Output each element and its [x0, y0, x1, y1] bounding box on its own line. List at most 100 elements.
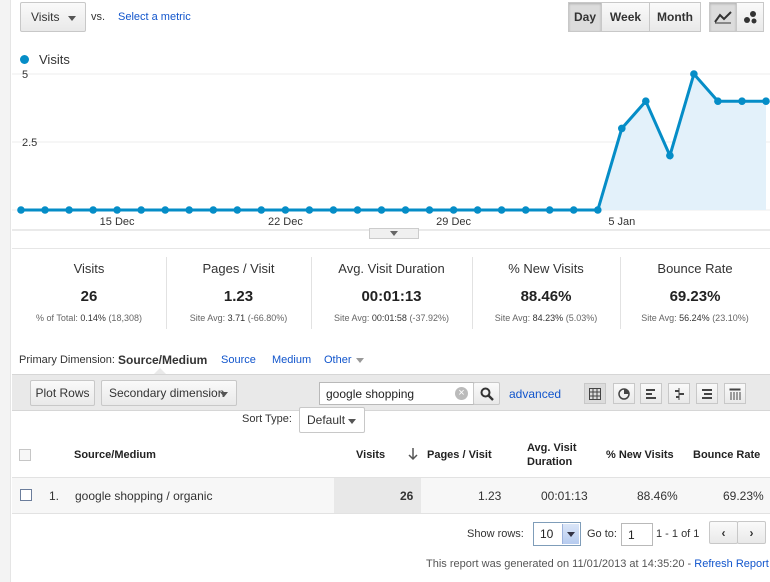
advanced-filter-link[interactable]: advanced: [509, 387, 561, 401]
data-point: [233, 206, 242, 214]
secondary-dimension-dropdown[interactable]: Secondary dimension: [101, 380, 237, 406]
metric-subtext: Site Avg: 56.24% (23.10%): [620, 313, 770, 323]
metric-sub-prefix: % of Total:: [36, 313, 78, 323]
day-button[interactable]: Day: [568, 2, 602, 32]
data-point: [89, 206, 97, 214]
metric-separator: [311, 257, 312, 329]
dimension-other-label: Other: [324, 354, 352, 366]
metric-sub-prefix: Site Avg:: [189, 313, 226, 323]
data-point: [473, 206, 482, 214]
data-point: [714, 97, 722, 105]
show-rows-select[interactable]: 10: [533, 522, 581, 546]
chart-legend: Visits: [20, 52, 70, 67]
metric-sub-change: (-66.80%): [247, 313, 288, 323]
data-point: [185, 206, 193, 214]
data-point: [137, 206, 145, 214]
sort-type-dropdown[interactable]: Default: [299, 407, 365, 433]
metric-select[interactable]: Visits: [20, 2, 86, 32]
report-generated-text: This report was generated on 11/01/2013 …: [426, 558, 692, 570]
goto-label: Go to:: [587, 528, 617, 540]
row-avg-visit-duration: 00:01:13: [541, 489, 588, 503]
next-page-button[interactable]: ›: [737, 521, 766, 544]
data-point: [113, 206, 121, 214]
metric-box[interactable]: Visits 26% of Total: 0.14% (18,308): [12, 257, 166, 329]
pivot-icon: [702, 388, 712, 399]
comparison-view-button[interactable]: [668, 383, 690, 404]
select-all-checkbox[interactable]: [19, 449, 31, 461]
legend-label: Visits: [39, 52, 70, 67]
data-point: [329, 206, 338, 214]
data-point: [17, 206, 25, 214]
chevron-down-icon: [390, 231, 398, 236]
data-point: [690, 70, 698, 78]
metric-sub-change: (18,308): [108, 313, 142, 323]
metric-box[interactable]: Avg. Visit Duration 00:01:13 Site Avg: 00:…: [311, 257, 472, 329]
header-source-medium[interactable]: Source/Medium: [74, 449, 156, 461]
data-point: [521, 206, 530, 214]
performance-view-button[interactable]: [640, 383, 662, 404]
metric-title: Avg. Visit Duration: [338, 261, 445, 276]
show-rows-label: Show rows:: [467, 528, 524, 540]
previous-page-button[interactable]: ‹: [709, 521, 738, 544]
metric-sub-value: 56.24%: [679, 313, 710, 323]
week-button[interactable]: Week: [601, 2, 650, 32]
row-pages-per-visit: 1.23: [478, 489, 502, 503]
select-metric-link[interactable]: Select a metric: [118, 11, 191, 23]
clear-search-icon[interactable]: ×: [455, 387, 468, 400]
sort-type-value: Default: [307, 413, 346, 427]
metric-subtext: Site Avg: 00:01:58 (-37.92%): [311, 313, 472, 323]
header-avg-visit-duration-line1[interactable]: Avg. Visit: [527, 442, 577, 454]
metric-sub-change: (5.03%): [565, 313, 598, 323]
metric-box[interactable]: % New Visits 88.46% Site Avg: 84.23% (5.03…: [472, 257, 620, 329]
grid-icon: [589, 387, 601, 400]
metric-box[interactable]: Pages / Visit 1.23 Site Avg: 3.71 (-66.80%…: [166, 257, 311, 329]
x-tick-label: 29 Dec: [436, 216, 471, 228]
metric-sub-change: (23.10%): [712, 313, 749, 323]
dimension-source[interactable]: Source: [221, 354, 256, 366]
data-point: [425, 206, 434, 214]
search-icon: [480, 387, 494, 401]
metric-value: 88.46%: [520, 288, 572, 305]
metric-value: 1.23: [223, 288, 254, 305]
data-point: [161, 206, 169, 214]
metric-subtext: Site Avg: 3.71 (-66.80%): [166, 313, 311, 323]
pivot-view-button[interactable]: [724, 383, 746, 404]
row-source-medium-link[interactable]: google shopping / organic: [75, 489, 212, 503]
term-cloud-view-button[interactable]: [696, 383, 718, 404]
x-tick-label: 22 Dec: [268, 216, 303, 228]
chevron-down-icon: [348, 419, 356, 424]
metric-box[interactable]: Bounce Rate 69.23% Site Avg: 56.24% (23.10…: [620, 257, 770, 329]
line-chart-button[interactable]: [709, 2, 737, 32]
visits-chart: 5 2.5 15 Dec 22 Dec 29 Dec 5 Jan: [0, 40, 770, 245]
table-search-input[interactable]: [320, 383, 450, 404]
refresh-report-link[interactable]: Refresh Report: [694, 558, 769, 570]
header-bounce-rate[interactable]: Bounce Rate: [693, 449, 760, 461]
row-new-visits: 88.46%: [637, 489, 678, 503]
show-rows-value: 10: [540, 527, 554, 541]
pie-view-button[interactable]: [613, 383, 635, 404]
header-avg-visit-duration-line2[interactable]: Duration: [527, 456, 572, 468]
metric-separator: [620, 257, 621, 329]
goto-input[interactable]: 1: [621, 523, 653, 546]
dimension-source-medium[interactable]: Source/Medium: [118, 353, 207, 367]
month-button[interactable]: Month: [649, 2, 701, 32]
sort-desc-icon: [407, 447, 419, 464]
plot-rows-button[interactable]: Plot Rows: [30, 380, 95, 406]
header-visits[interactable]: Visits: [356, 449, 385, 461]
dimension-other[interactable]: Other: [324, 354, 364, 366]
data-point: [401, 206, 410, 214]
header-new-visits[interactable]: % New Visits: [606, 449, 674, 461]
metric-sub-value: 84.23%: [532, 313, 564, 323]
dimension-medium[interactable]: Medium: [272, 354, 311, 366]
row-index: 1.: [49, 489, 60, 503]
motion-chart-button[interactable]: [736, 2, 764, 32]
chart-collapse-handle[interactable]: [369, 228, 419, 239]
header-pages-per-visit[interactable]: Pages / Visit: [427, 449, 492, 461]
table-view-button[interactable]: [584, 383, 606, 404]
data-point: [353, 206, 362, 214]
search-button[interactable]: [473, 382, 500, 405]
row-checkbox[interactable]: [20, 489, 32, 501]
metric-select-label: Visits: [31, 10, 60, 24]
data-point: [209, 206, 218, 214]
metrics-top-rule: [12, 248, 770, 249]
